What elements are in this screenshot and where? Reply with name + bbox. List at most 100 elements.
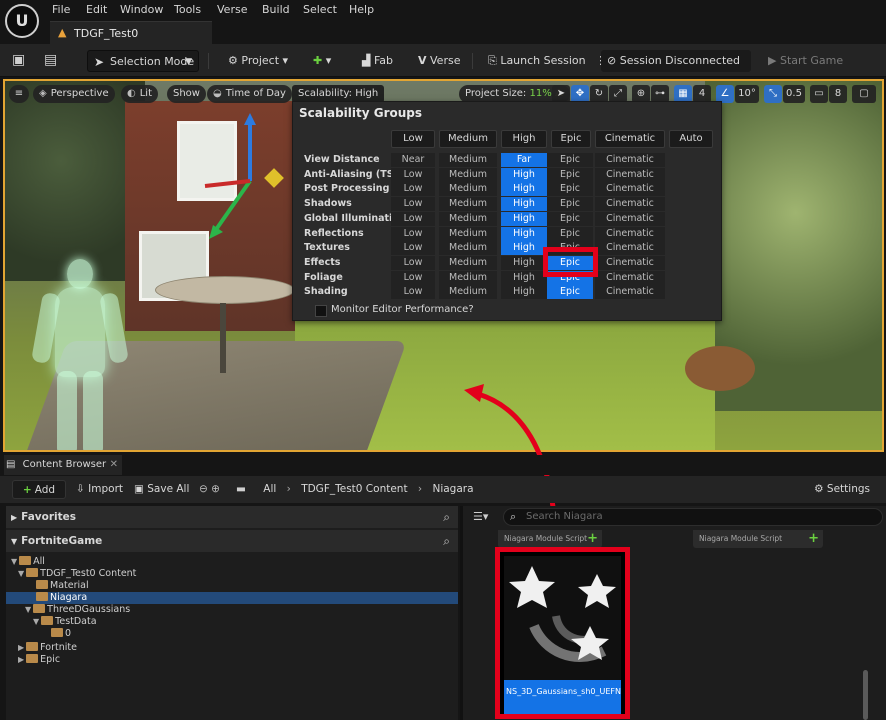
- scalability-option[interactable]: Low: [391, 285, 435, 300]
- breadcrumb-niagara[interactable]: Niagara: [432, 483, 473, 495]
- breadcrumb-all[interactable]: All: [263, 483, 276, 495]
- scalability-option[interactable]: Cinematic: [595, 285, 665, 300]
- scalability-option[interactable]: High: [501, 167, 547, 182]
- tree-item-project-content[interactable]: ▼ TDGF_Test0 Content: [18, 568, 136, 580]
- tree-item-0[interactable]: 0: [51, 628, 71, 640]
- scalability-option[interactable]: High: [501, 197, 547, 212]
- scale-snap-value[interactable]: 0.5: [783, 85, 805, 103]
- asset-tile-module-script[interactable]: Niagara Module Script +: [693, 530, 823, 548]
- scalability-option[interactable]: Epic: [547, 226, 593, 241]
- scalability-option[interactable]: Medium: [439, 285, 497, 300]
- settings-button[interactable]: ⚙ Settings: [814, 480, 870, 499]
- unreal-logo-icon[interactable]: U: [5, 4, 39, 38]
- breadcrumb-separator[interactable]: ›: [287, 483, 291, 495]
- preset-medium[interactable]: Medium: [439, 130, 497, 148]
- back-icon[interactable]: ⊖: [199, 483, 208, 495]
- scalability-option[interactable]: Low: [391, 226, 435, 241]
- verse-button[interactable]: V Verse: [412, 50, 460, 72]
- scalability-option[interactable]: Low: [391, 255, 435, 270]
- preset-auto[interactable]: Auto: [669, 130, 713, 148]
- scalability-option[interactable]: Near: [391, 153, 435, 167]
- tree-item-epic[interactable]: ▶ Epic: [18, 654, 60, 666]
- viewport-menu-button[interactable]: ≡: [9, 85, 29, 103]
- scalability-option[interactable]: Medium: [439, 241, 497, 256]
- scalability-option[interactable]: Cinematic: [595, 211, 665, 226]
- menu-verse[interactable]: Verse: [217, 3, 247, 16]
- maximize-viewport-icon[interactable]: ▢: [852, 85, 876, 103]
- scalability-option[interactable]: Cinematic: [595, 226, 665, 241]
- favorites-section[interactable]: ▶ Favorites ⌕: [6, 506, 458, 528]
- scalability-option[interactable]: Low: [391, 211, 435, 226]
- preset-epic[interactable]: Epic: [551, 130, 591, 148]
- scalability-option[interactable]: Cinematic: [595, 255, 665, 270]
- scalability-option[interactable]: High: [501, 285, 547, 300]
- scalability-option[interactable]: Medium: [439, 226, 497, 241]
- time-of-day-button[interactable]: ◒ Time of Day: [207, 85, 292, 103]
- scalability-option[interactable]: High: [501, 270, 547, 285]
- scalability-option[interactable]: Epic: [547, 197, 593, 212]
- scalability-option[interactable]: Low: [391, 182, 435, 197]
- tree-item-all[interactable]: ▼ All: [11, 556, 45, 568]
- tree-item-threedgaussians[interactable]: ▼ ThreeDGaussians: [25, 604, 130, 616]
- scalability-option[interactable]: Cinematic: [595, 167, 665, 182]
- add-button[interactable]: + Add: [12, 480, 66, 499]
- menu-help[interactable]: Help: [349, 3, 374, 16]
- transform-gizmo[interactable]: [195, 111, 305, 251]
- menu-select[interactable]: Select: [303, 3, 337, 16]
- scalability-option[interactable]: Low: [391, 241, 435, 256]
- scalability-option[interactable]: Low: [391, 270, 435, 285]
- scalability-option[interactable]: Medium: [439, 197, 497, 212]
- scalability-option[interactable]: High: [501, 241, 547, 256]
- scalability-option[interactable]: Medium: [439, 211, 497, 226]
- import-button[interactable]: ⇩ Import: [76, 480, 123, 499]
- preset-cinematic[interactable]: Cinematic: [595, 130, 665, 148]
- scalability-option[interactable]: Cinematic: [595, 270, 665, 285]
- scalability-option[interactable]: High: [501, 226, 547, 241]
- save-icon[interactable]: ▣: [12, 52, 25, 68]
- breadcrumb-project[interactable]: TDGF_Test0 Content: [301, 483, 407, 495]
- add-actor-button[interactable]: ✚ ▾: [307, 50, 331, 72]
- asset-search-input[interactable]: ⌕ Search Niagara: [503, 508, 883, 526]
- project-tab[interactable]: ▲ TDGF_Test0: [50, 21, 212, 44]
- scalability-option[interactable]: Epic: [547, 211, 593, 226]
- preset-low[interactable]: Low: [391, 130, 435, 148]
- scalability-option[interactable]: Epic: [547, 285, 593, 300]
- breadcrumb-separator[interactable]: ›: [418, 483, 422, 495]
- menu-edit[interactable]: Edit: [86, 3, 107, 16]
- scalability-option[interactable]: Epic: [547, 182, 593, 197]
- show-button[interactable]: Show: [167, 85, 206, 103]
- tree-item-testdata[interactable]: ▼ TestData: [33, 616, 97, 628]
- content-icon[interactable]: ▤: [44, 52, 57, 68]
- scalability-option[interactable]: Medium: [439, 255, 497, 270]
- scalability-option[interactable]: Medium: [439, 167, 497, 182]
- scalability-option[interactable]: Far: [501, 153, 547, 167]
- scalability-option[interactable]: Cinematic: [595, 153, 665, 167]
- search-icon[interactable]: ⌕: [443, 530, 450, 552]
- scalability-option[interactable]: Epic: [547, 167, 593, 182]
- tree-item-niagara[interactable]: Niagara: [36, 592, 87, 604]
- scale-snap-icon[interactable]: ⤡: [764, 85, 782, 103]
- preset-high[interactable]: High: [501, 130, 547, 148]
- menu-build[interactable]: Build: [262, 3, 290, 16]
- save-all-button[interactable]: ▣ Save All: [134, 480, 189, 499]
- scalability-option[interactable]: Epic: [547, 153, 593, 167]
- mannequin[interactable]: [31, 259, 129, 450]
- project-button[interactable]: ⚙ Project ▾: [222, 50, 288, 72]
- scalability-option[interactable]: High: [501, 182, 547, 197]
- asset-tile-module-script[interactable]: Niagara Module Script +: [498, 530, 602, 548]
- fab-button[interactable]: ▟ Fab: [356, 50, 393, 72]
- search-icon[interactable]: ⌕: [443, 506, 450, 528]
- scalability-option[interactable]: Low: [391, 197, 435, 212]
- selection-mode-dropdown[interactable]: ➤ Selection Mode ▼: [87, 50, 199, 72]
- forward-icon[interactable]: ⊕: [211, 483, 220, 495]
- menu-window[interactable]: Window: [120, 3, 163, 16]
- scalability-option[interactable]: Medium: [439, 182, 497, 197]
- launch-session-button[interactable]: ⎘ Launch Session ⋮: [482, 50, 606, 72]
- monitor-performance-checkbox[interactable]: [315, 305, 327, 317]
- tree-item-fortnite[interactable]: ▶ Fortnite: [18, 642, 77, 654]
- perspective-button[interactable]: ◈ Perspective: [33, 85, 115, 103]
- lit-button[interactable]: ◐ Lit: [121, 85, 159, 103]
- camera-speed-icon[interactable]: ▭: [810, 85, 828, 103]
- asset-view-scrollbar[interactable]: [863, 670, 868, 720]
- scalability-option[interactable]: High: [501, 255, 547, 270]
